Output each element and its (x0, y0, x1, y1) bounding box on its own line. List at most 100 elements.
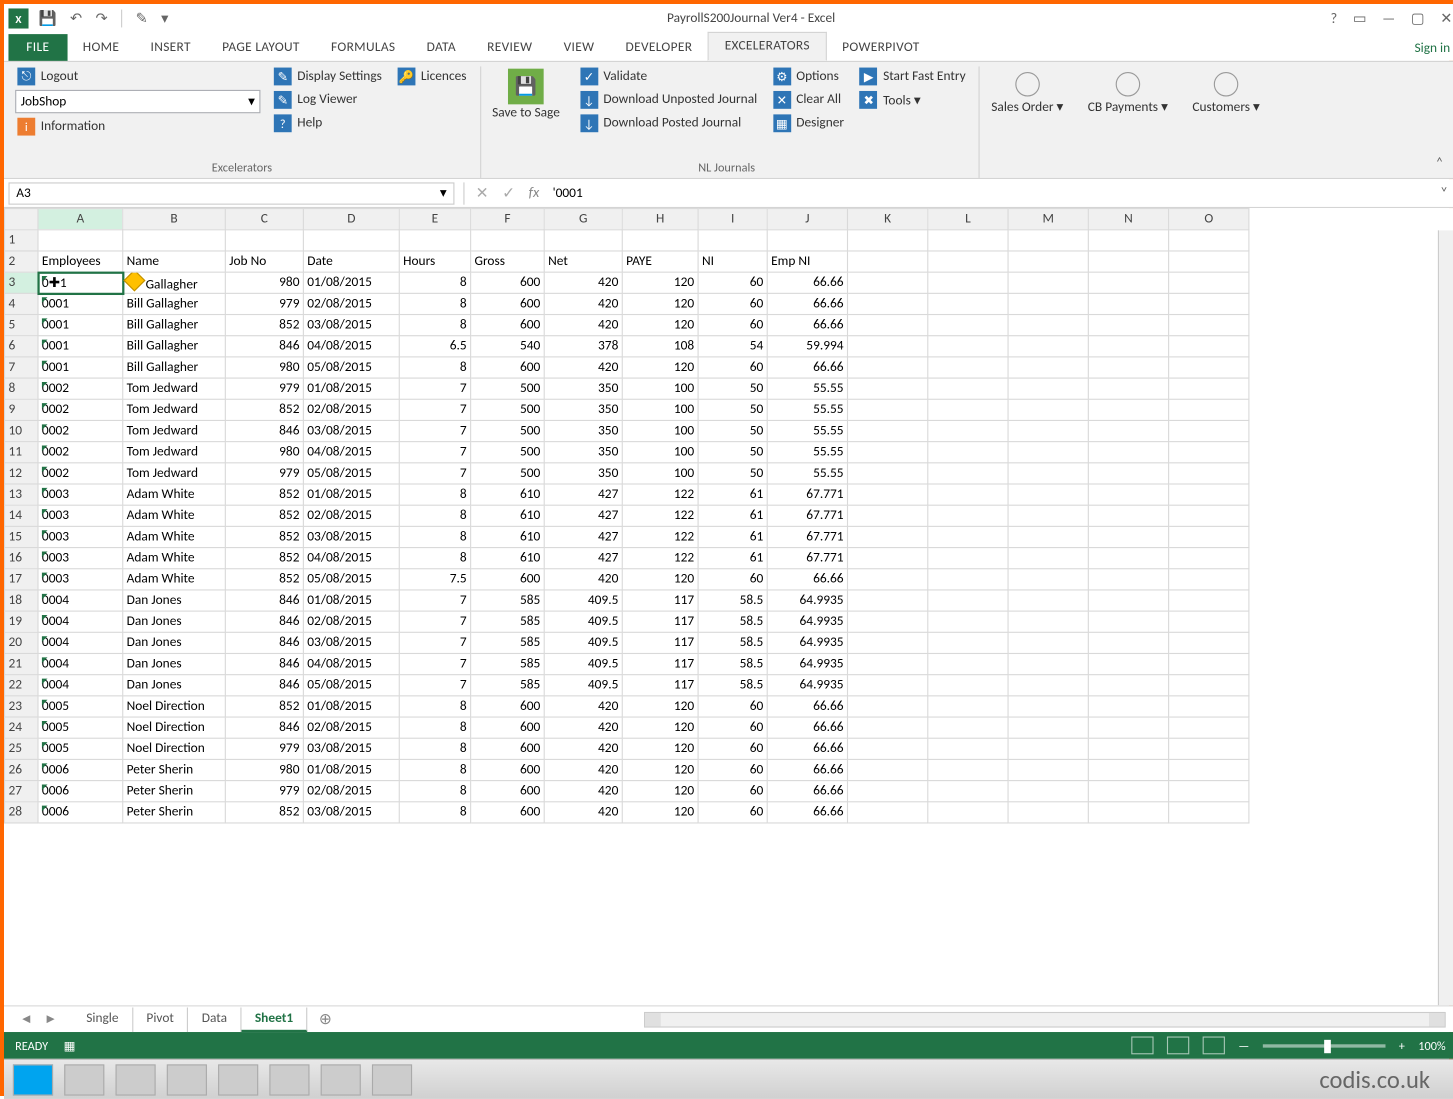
cell[interactable] (847, 738, 927, 759)
cell[interactable]: 7 (399, 378, 470, 399)
cell[interactable]: 64.9935 (767, 632, 847, 653)
cell[interactable] (847, 420, 927, 441)
cell[interactable] (847, 399, 927, 420)
cell[interactable] (928, 230, 1008, 251)
row-header[interactable]: 26 (5, 759, 38, 780)
cell[interactable]: 02/08/2015 (303, 293, 399, 314)
cell[interactable]: 427 (544, 484, 622, 505)
cell[interactable]: 409.5 (544, 653, 622, 674)
qat-undo[interactable]: ↶ (67, 10, 86, 27)
cell[interactable] (1008, 378, 1088, 399)
cell[interactable]: 420 (544, 717, 622, 738)
cell[interactable] (1169, 230, 1249, 251)
cell[interactable] (1088, 696, 1168, 717)
cell[interactable] (1088, 293, 1168, 314)
row-header[interactable]: 22 (5, 675, 38, 696)
cell[interactable] (1008, 717, 1088, 738)
cell[interactable] (1008, 781, 1088, 802)
cell[interactable]: 420 (544, 696, 622, 717)
cell[interactable]: 7 (399, 653, 470, 674)
row-header[interactable]: 9 (5, 399, 38, 420)
row-header[interactable]: 16 (5, 548, 38, 569)
display-settings-button[interactable]: ✎Display Settings (272, 66, 385, 86)
cell[interactable]: 50 (698, 442, 767, 463)
cell[interactable] (1169, 420, 1249, 441)
cell[interactable]: 0003 (38, 526, 123, 547)
cell[interactable]: 0✚1 (38, 272, 123, 293)
cell[interactable]: 120 (622, 781, 698, 802)
cell[interactable]: 7.5 (399, 569, 470, 590)
logout-button[interactable]: ⎋Logout (15, 66, 260, 86)
cell[interactable]: 01/08/2015 (303, 378, 399, 399)
row-header[interactable]: 2 (5, 251, 38, 272)
cell[interactable]: 540 (471, 336, 545, 357)
cell[interactable] (928, 569, 1008, 590)
cell[interactable] (847, 675, 927, 696)
cell[interactable]: 64.9935 (767, 590, 847, 611)
row-header[interactable]: 5 (5, 315, 38, 336)
cell[interactable]: 600 (471, 802, 545, 823)
tab-page-layout[interactable]: PAGE LAYOUT (206, 34, 315, 61)
tab-insert[interactable]: INSERT (135, 34, 207, 61)
cell[interactable]: Adam White (123, 569, 226, 590)
cell[interactable] (1008, 399, 1088, 420)
cell[interactable] (928, 548, 1008, 569)
cell[interactable] (1169, 293, 1249, 314)
zoom-slider[interactable] (1263, 1044, 1386, 1047)
cell[interactable] (928, 759, 1008, 780)
tab-home[interactable]: HOME (67, 34, 135, 61)
cell[interactable]: 350 (544, 399, 622, 420)
cell[interactable] (1169, 611, 1249, 632)
cell[interactable]: Dan Jones (123, 590, 226, 611)
taskbar-app[interactable] (116, 1064, 156, 1095)
cell[interactable] (1169, 717, 1249, 738)
cell[interactable] (928, 463, 1008, 484)
cell[interactable]: 01/08/2015 (303, 484, 399, 505)
cell[interactable]: 66.66 (767, 696, 847, 717)
cell[interactable]: Adam White (123, 526, 226, 547)
cell[interactable]: 120 (622, 357, 698, 378)
start-fast-entry-button[interactable]: ▶Start Fast Entry (857, 66, 967, 86)
cell[interactable] (847, 526, 927, 547)
add-sheet-button[interactable]: ⊕ (308, 1010, 343, 1029)
tools-button[interactable]: ✖Tools ▾ (857, 90, 967, 110)
cell[interactable]: 122 (622, 526, 698, 547)
col-header-A[interactable]: A (38, 209, 123, 230)
cell[interactable]: Tom Jedward (123, 442, 226, 463)
cell[interactable]: 8 (399, 738, 470, 759)
collapse-ribbon-icon[interactable]: ˄ (1429, 148, 1450, 178)
cell[interactable] (847, 378, 927, 399)
cell[interactable] (847, 569, 927, 590)
row-header[interactable]: 23 (5, 696, 38, 717)
cell[interactable]: 60 (698, 717, 767, 738)
cell[interactable]: 05/08/2015 (303, 569, 399, 590)
row-header[interactable]: 10 (5, 420, 38, 441)
cell[interactable]: NI (698, 251, 767, 272)
cell[interactable]: 0004 (38, 632, 123, 653)
qat-redo[interactable]: ↷ (92, 10, 111, 27)
cell[interactable]: 0001 (38, 293, 123, 314)
cell[interactable]: 8 (399, 293, 470, 314)
cell[interactable] (1008, 442, 1088, 463)
licences-button[interactable]: 🔑Licences (395, 66, 468, 86)
cell[interactable]: 01/08/2015 (303, 696, 399, 717)
cell[interactable] (847, 653, 927, 674)
row-header[interactable]: 27 (5, 781, 38, 802)
cell[interactable]: 58.5 (698, 590, 767, 611)
cell[interactable]: 66.66 (767, 272, 847, 293)
cell[interactable] (1008, 675, 1088, 696)
cell[interactable] (1169, 738, 1249, 759)
cell[interactable] (1008, 590, 1088, 611)
cell[interactable]: 7 (399, 675, 470, 696)
cell[interactable] (1088, 802, 1168, 823)
cell[interactable]: 610 (471, 484, 545, 505)
minimize-icon[interactable]: — (1382, 10, 1395, 27)
cell[interactable]: 8 (399, 802, 470, 823)
cell[interactable]: 0002 (38, 463, 123, 484)
cell[interactable] (847, 717, 927, 738)
cell[interactable] (847, 251, 927, 272)
cell[interactable]: 600 (471, 569, 545, 590)
normal-view-button[interactable] (1131, 1036, 1153, 1054)
cell[interactable] (847, 484, 927, 505)
cell[interactable]: 8 (399, 548, 470, 569)
